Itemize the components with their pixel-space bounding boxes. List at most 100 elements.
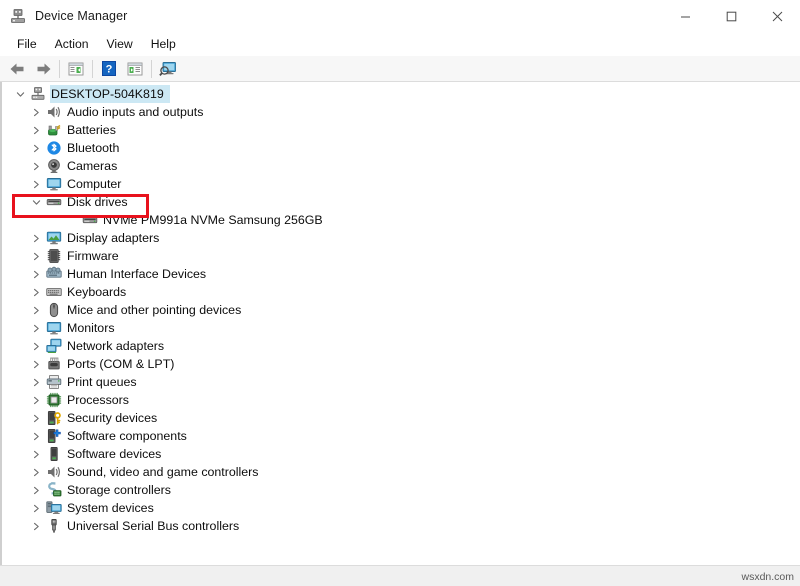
chevron-right-icon[interactable] <box>28 306 45 315</box>
chevron-right-icon[interactable] <box>28 360 45 369</box>
show-hide-console-tree-icon[interactable] <box>63 57 89 81</box>
tree-item-system-devices[interactable]: System devices <box>2 499 800 517</box>
tree-item-mice-and-other-pointing-devices[interactable]: Mice and other pointing devices <box>2 301 800 319</box>
tree-item-human-interface-devices[interactable]: Human Interface Devices <box>2 265 800 283</box>
separator-2 <box>92 60 93 78</box>
tree-item-batteries[interactable]: Batteries <box>2 121 800 139</box>
chevron-down-icon[interactable] <box>12 90 29 99</box>
tree-item-software-devices[interactable]: Software devices <box>2 445 800 463</box>
tree-item-label: Audio inputs and outputs <box>67 104 203 120</box>
software-device-icon <box>45 446 62 462</box>
chevron-right-icon[interactable] <box>28 486 45 495</box>
chevron-right-icon[interactable] <box>28 450 45 459</box>
port-icon <box>45 356 62 372</box>
chevron-right-icon[interactable] <box>28 252 45 261</box>
tree-item-desktop-504k819[interactable]: DESKTOP-504K819 <box>2 85 800 103</box>
separator-3 <box>151 60 152 78</box>
tree-item-audio-inputs-and-outputs[interactable]: Audio inputs and outputs <box>2 103 800 121</box>
menu-item-file[interactable]: File <box>8 34 46 54</box>
toolbar: ? <box>0 56 800 82</box>
chevron-right-icon[interactable] <box>28 162 45 171</box>
tree-item-disk-drives[interactable]: Disk drives <box>2 193 800 211</box>
firmware-icon <box>45 248 62 264</box>
chevron-right-icon[interactable] <box>28 234 45 243</box>
tree-item-monitors[interactable]: Monitors <box>2 319 800 337</box>
window-title: Device Manager <box>35 9 127 23</box>
tree-item-bluetooth[interactable]: Bluetooth <box>2 139 800 157</box>
tree-item-label: Storage controllers <box>67 482 171 498</box>
device-tree-panel[interactable]: DESKTOP-504K819 Audio inputs and outputs… <box>0 82 800 565</box>
tree-item-label: Monitors <box>67 320 115 336</box>
menu-item-help[interactable]: Help <box>142 34 185 54</box>
tree-item-display-adapters[interactable]: Display adapters <box>2 229 800 247</box>
tree-item-cameras[interactable]: Cameras <box>2 157 800 175</box>
tree-item-label: Software components <box>67 428 187 444</box>
tree-item-nvme-pm991a-nvme-samsung-256gb[interactable]: NVMe PM991a NVMe Samsung 256GB <box>2 211 800 229</box>
tree-item-label: Network adapters <box>67 338 164 354</box>
chevron-right-icon[interactable] <box>28 468 45 477</box>
chevron-right-icon[interactable] <box>28 144 45 153</box>
tree-item-label: Mice and other pointing devices <box>67 302 241 318</box>
scan-for-hardware-changes-icon[interactable] <box>155 57 181 81</box>
processor-icon <box>45 392 62 408</box>
tree-item-storage-controllers[interactable]: Storage controllers <box>2 481 800 499</box>
tree-item-print-queues[interactable]: Print queues <box>2 373 800 391</box>
tree-item-label: Keyboards <box>67 284 126 300</box>
tree-item-label: Ports (COM & LPT) <box>67 356 174 372</box>
tree-item-label: Universal Serial Bus controllers <box>67 518 239 534</box>
menu-item-action[interactable]: Action <box>46 34 98 54</box>
tree-item-label: Disk drives <box>67 194 128 210</box>
tree-item-firmware[interactable]: Firmware <box>2 247 800 265</box>
device-manager-icon <box>9 7 27 25</box>
chevron-right-icon[interactable] <box>28 126 45 135</box>
chevron-down-icon[interactable] <box>28 198 45 207</box>
menu-bar: File Action View Help <box>0 32 800 56</box>
chevron-right-icon[interactable] <box>28 414 45 423</box>
tree-item-security-devices[interactable]: Security devices <box>2 409 800 427</box>
chevron-right-icon[interactable] <box>28 504 45 513</box>
tree-item-label: Bluetooth <box>67 140 119 156</box>
menu-item-view[interactable]: View <box>98 34 142 54</box>
forward-icon[interactable] <box>30 57 56 81</box>
separator-1 <box>59 60 60 78</box>
monitor-icon <box>45 320 62 336</box>
svg-text:?: ? <box>106 63 113 75</box>
maximize-button[interactable] <box>708 0 754 32</box>
tree-item-label: Display adapters <box>67 230 159 246</box>
chevron-right-icon[interactable] <box>28 270 45 279</box>
sound-controller-icon <box>45 464 62 480</box>
watermark: wsxdn.com <box>741 571 794 583</box>
keyboard-icon <box>45 284 62 300</box>
usb-icon <box>45 518 62 534</box>
device-manager-window: Device Manager File Action View Help <box>0 0 800 586</box>
chevron-right-icon[interactable] <box>28 288 45 297</box>
disk-drive-icon <box>45 194 62 210</box>
tree-item-label: NVMe PM991a NVMe Samsung 256GB <box>103 212 323 228</box>
chevron-right-icon[interactable] <box>28 396 45 405</box>
speaker-icon <box>45 104 62 120</box>
tree-item-processors[interactable]: Processors <box>2 391 800 409</box>
back-icon[interactable] <box>4 57 30 81</box>
close-button[interactable] <box>754 0 800 32</box>
camera-icon <box>45 158 62 174</box>
tree-item-network-adapters[interactable]: Network adapters <box>2 337 800 355</box>
properties-icon[interactable] <box>122 57 148 81</box>
tree-item-computer[interactable]: Computer <box>2 175 800 193</box>
help-icon[interactable]: ? <box>96 57 122 81</box>
tree-item-software-components[interactable]: Software components <box>2 427 800 445</box>
battery-icon <box>45 122 62 138</box>
minimize-button[interactable] <box>662 0 708 32</box>
tree-item-label: Print queues <box>67 374 137 390</box>
display-adapter-icon <box>45 230 62 246</box>
chevron-right-icon[interactable] <box>28 522 45 531</box>
chevron-right-icon[interactable] <box>28 378 45 387</box>
chevron-right-icon[interactable] <box>28 432 45 441</box>
chevron-right-icon[interactable] <box>28 108 45 117</box>
tree-item-ports-com-lpt[interactable]: Ports (COM & LPT) <box>2 355 800 373</box>
chevron-right-icon[interactable] <box>28 180 45 189</box>
tree-item-keyboards[interactable]: Keyboards <box>2 283 800 301</box>
chevron-right-icon[interactable] <box>28 342 45 351</box>
tree-item-sound-video-and-game-controllers[interactable]: Sound, video and game controllers <box>2 463 800 481</box>
tree-item-universal-serial-bus-controllers[interactable]: Universal Serial Bus controllers <box>2 517 800 535</box>
chevron-right-icon[interactable] <box>28 324 45 333</box>
